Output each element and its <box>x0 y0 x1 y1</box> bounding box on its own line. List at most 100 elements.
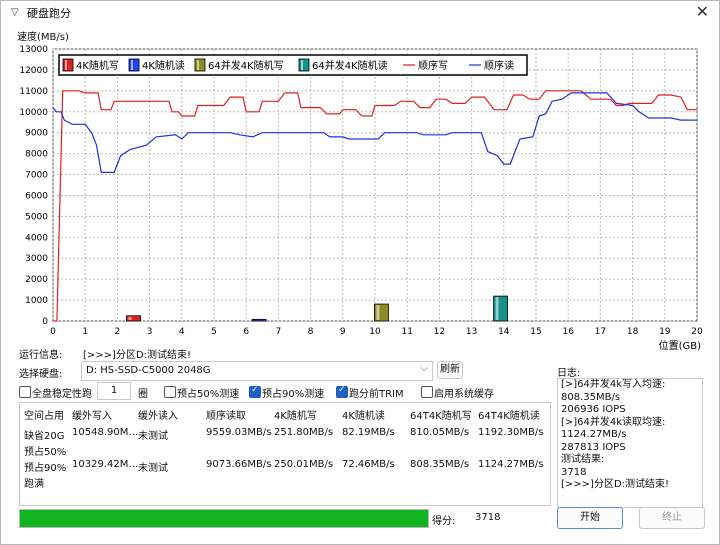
y-tick-label: 5000 <box>25 212 48 222</box>
log-line: 测试结果: <box>561 454 605 465</box>
y-tick-label: 2000 <box>25 275 48 285</box>
bar-4k-read <box>251 318 267 322</box>
log-line: [>]64并发4k读取均速: <box>561 416 666 428</box>
legend-q64-write-swatch-highlight <box>197 60 199 70</box>
table-cell: 未测试 <box>138 431 168 442</box>
x-tick-label: 15 <box>530 327 541 337</box>
legend-4k-read-swatch-highlight <box>131 60 133 70</box>
table-cell: 10329.42M… <box>72 459 139 470</box>
table-header: 64T4K随机读 <box>478 411 540 422</box>
y-tick-label: 9000 <box>25 129 48 139</box>
progress-bar <box>19 509 429 528</box>
table-cell: 10548.90M… <box>72 427 139 438</box>
x-tick-label: 8 <box>308 327 314 337</box>
y-tick-label: 1000 <box>25 296 48 306</box>
table-header: 空间占用 <box>24 411 64 422</box>
legend-seq-write-label: 顺序写 <box>418 59 448 72</box>
y-tick-label: 4000 <box>25 233 48 243</box>
speed-chart: 0 1000 2000 3000 4000 5000 6000 7000 8000 9000 100… <box>15 43 705 351</box>
prefill50-label: 预占50%测速 <box>177 389 240 400</box>
x-tick-label: 10 <box>369 327 381 337</box>
stop-button[interactable]: 终止 <box>639 507 705 529</box>
system-cache-label: 启用系统缓存 <box>434 389 494 400</box>
disk-select-dropdown[interactable]: D: HS-SSD-C5000 2048G ⌵ <box>81 361 433 381</box>
progress-fill <box>20 510 428 527</box>
table-cell: 9559.03MB/s <box>206 427 272 438</box>
table-header: 顺序读取 <box>206 411 246 422</box>
x-tick-label: 0 <box>50 327 56 337</box>
x-tick-label: 7 <box>276 327 282 337</box>
refresh-button[interactable]: 刷新 <box>437 361 463 379</box>
table-cell: 9073.66MB/s <box>206 459 272 470</box>
table-header: 64T4K随机写 <box>410 411 472 422</box>
table-header: 4K随机写 <box>274 411 317 422</box>
legend-q64-write-swatch <box>194 58 206 72</box>
results-table: 空间占用 缓外写入 缓外读入 顺序读取 4K随机写 4K随机读 64T4K随机写… <box>19 402 551 506</box>
y-tick-label: 12000 <box>19 66 48 76</box>
legend-4k-write-swatch <box>62 58 74 72</box>
x-tick-label: 14 <box>498 327 510 337</box>
y-tick-label: 11000 <box>19 87 48 97</box>
loops-unit-label: 圈 <box>138 389 148 400</box>
legend-4k-write-label: 4K随机写 <box>76 59 119 72</box>
prefill90-checkbox[interactable] <box>249 385 261 398</box>
table-cell: 250.01MB/s <box>274 459 334 470</box>
score-label: 得分: <box>432 516 456 527</box>
title-bar: ▽ 硬盘跑分 ✕ <box>1 1 719 23</box>
trim-checkbox[interactable] <box>336 385 348 398</box>
table-cell: 1124.27MB/s <box>478 459 544 470</box>
log-line: 287813 IOPS <box>561 441 626 453</box>
status-value: [>>>]分区D:测试结束! <box>83 350 192 361</box>
log-line: 3718 <box>561 466 587 478</box>
y-tick-label: 8000 <box>25 150 48 160</box>
legend-q64-read-swatch-highlight <box>301 60 303 70</box>
legend-4k-read-label: 4K随机读 <box>142 59 185 72</box>
log-line: 808.35MB/s <box>561 391 621 403</box>
log-label: 日志: <box>557 368 581 379</box>
row-label-default: 缺省20G <box>24 431 65 442</box>
row-label-prefill90: 预占90% <box>24 463 67 474</box>
x-tick-label: 9 <box>340 327 346 337</box>
trim-label: 跑分前TRIM <box>349 389 404 400</box>
loops-input[interactable]: 1 <box>97 382 131 400</box>
x-tick-label: 6 <box>243 327 249 337</box>
x-tick-label: 11 <box>401 327 412 337</box>
x-tick-label: 12 <box>434 327 445 337</box>
app-window: ▽ 硬盘跑分 ✕ 速度(MB/s) 0 1000 2000 3000 4000 5000 6… <box>0 0 720 545</box>
table-cell: 82.19MB/s <box>342 427 395 438</box>
log-line: 206936 IOPS <box>561 404 626 415</box>
x-tick-label: 5 <box>211 327 217 337</box>
x-tick-label: 16 <box>562 327 574 337</box>
close-icon[interactable]: ✕ <box>696 1 709 23</box>
legend-seq-read-label: 顺序读 <box>484 59 514 72</box>
system-cache-checkbox[interactable] <box>421 386 433 398</box>
x-tick-label: 4 <box>179 327 185 337</box>
legend-4k-read-swatch <box>128 58 140 72</box>
full-stability-label: 全盘稳定性跑 <box>32 389 92 400</box>
y-tick-label: 3000 <box>25 254 48 264</box>
x-tick-label: 19 <box>659 327 671 337</box>
chevron-down-icon: ⌵ <box>420 363 428 374</box>
log-panel[interactable]: [>]64并发4k写入均速: 808.35MB/s 206936 IOPS [>]64… <box>557 378 703 508</box>
full-stability-checkbox[interactable] <box>19 386 31 398</box>
x-tick-label: 13 <box>466 327 477 337</box>
x-axis-label: 位置(GB) <box>659 339 702 351</box>
chart-y-axis-title: 速度(MB/s) <box>17 32 69 43</box>
legend-q64-read-label: 64并发4K随机读 <box>312 59 388 72</box>
table-cell: 1192.30MB/s <box>478 427 544 438</box>
prefill90-label: 预占90%测速 <box>262 389 325 400</box>
row-label-prefill50: 预占50% <box>24 447 67 458</box>
table-cell: 810.05MB/s <box>410 427 470 438</box>
y-tick-label: 13000 <box>19 45 48 55</box>
start-button[interactable]: 开始 <box>557 507 623 529</box>
log-line: [>]64并发4k写入均速: <box>561 379 666 390</box>
bar-q64-read-highlight <box>495 297 499 320</box>
row-label-full: 跑满 <box>24 479 44 490</box>
disk-select-label: 选择硬盘: <box>19 369 63 380</box>
x-tick-label: 17 <box>595 327 606 337</box>
table-cell: 72.46MB/s <box>342 459 395 470</box>
legend-4k-write-swatch-highlight <box>65 60 67 70</box>
disk-select-value: D: HS-SSD-C5000 2048G <box>86 365 211 376</box>
y-tick-label: 10000 <box>19 108 48 118</box>
prefill50-checkbox[interactable] <box>164 386 176 398</box>
